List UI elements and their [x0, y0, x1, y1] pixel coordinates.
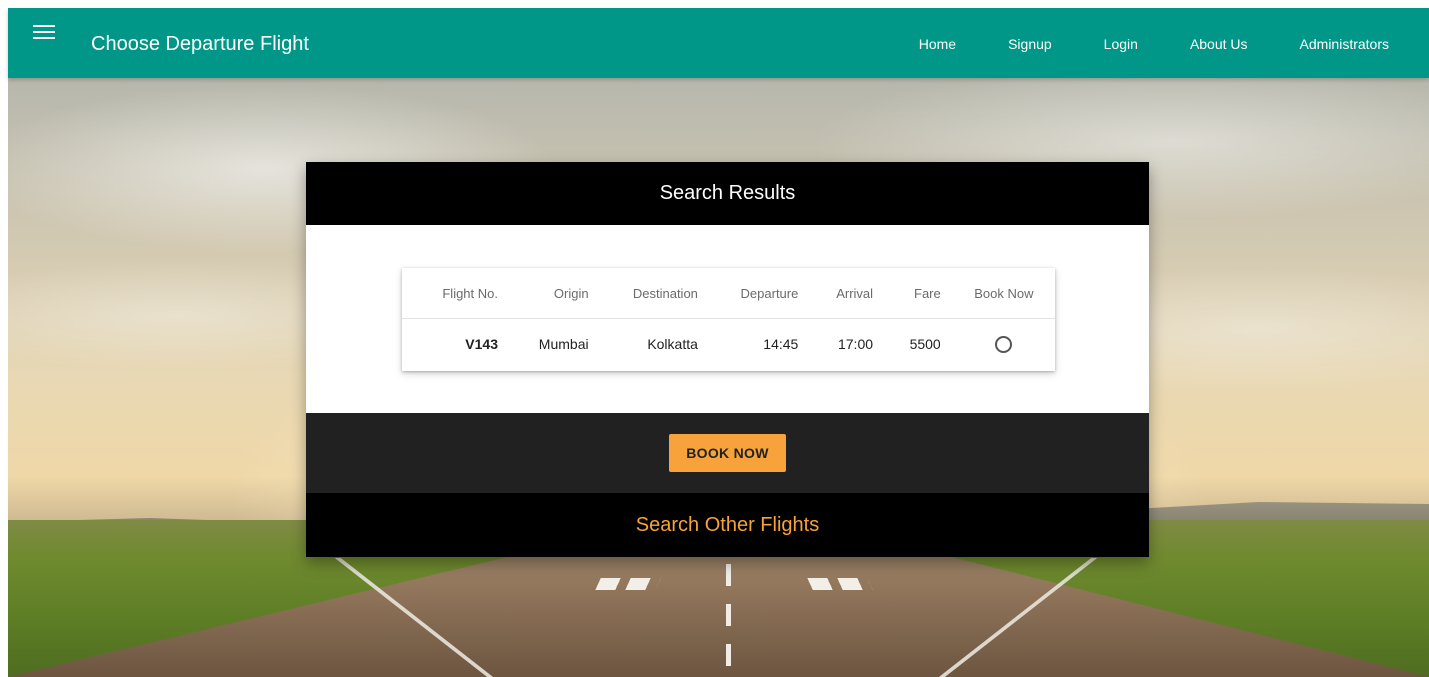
nav-home-link[interactable]: Home [919, 36, 956, 52]
flight-results-table: Flight No. Origin Destination Departure … [402, 268, 1055, 369]
nav-administrators-link[interactable]: Administrators [1300, 36, 1389, 52]
runway-center-line [726, 564, 731, 586]
card-body: Flight No. Origin Destination Departure … [306, 225, 1149, 413]
cell-destination: Kolkatta [647, 336, 698, 352]
cell-departure: 14:45 [763, 336, 799, 352]
runway-markings-right [807, 578, 873, 590]
column-header-departure: Departure [709, 268, 811, 319]
column-header-flight-no: Flight No. [402, 268, 510, 319]
cell-arrival: 17:00 [837, 336, 874, 352]
column-header-destination: Destination [600, 268, 710, 319]
table-header-row: Flight No. Origin Destination Departure … [402, 268, 1055, 319]
column-header-arrival: Arrival [810, 268, 886, 319]
column-header-book-now: Book Now [952, 268, 1055, 319]
book-now-button[interactable]: BOOK NOW [669, 434, 786, 472]
search-other-flights-link[interactable]: Search Other Flights [636, 514, 819, 537]
cell-book-now [953, 319, 1055, 370]
runway-markings-left [595, 578, 661, 590]
hamburger-menu-icon[interactable] [33, 22, 55, 44]
menu-icon-line [33, 25, 55, 27]
cell-flight-no: V143 [465, 336, 498, 352]
cell-origin: Mumbai [538, 336, 589, 352]
cell-fare: 5500 [909, 336, 941, 352]
menu-icon-line [33, 37, 55, 39]
card-footer: Search Other Flights [306, 493, 1149, 557]
card-header: Search Results [306, 162, 1149, 225]
search-results-card: Search Results Flight No. Origin Destina… [306, 162, 1149, 557]
nav-login-link[interactable]: Login [1104, 36, 1138, 52]
table-row: V143 Mumbai Kolkatta 14:45 17:00 5500 [402, 319, 1055, 370]
page-title: Choose Departure Flight [91, 33, 309, 55]
column-header-fare: Fare [885, 268, 953, 319]
menu-icon-line [33, 31, 55, 33]
results-table-container: Flight No. Origin Destination Departure … [402, 268, 1055, 371]
top-app-bar: Choose Departure Flight Home Signup Logi… [8, 8, 1429, 78]
nav-about-us-link[interactable]: About Us [1190, 36, 1248, 52]
book-radio-button[interactable] [995, 335, 1013, 353]
nav-signup-link[interactable]: Signup [1008, 36, 1052, 52]
column-header-origin: Origin [510, 268, 601, 319]
top-nav: Home Signup Login About Us Administrator… [867, 36, 1389, 52]
card-actions: BOOK NOW [306, 413, 1149, 493]
search-results-heading: Search Results [659, 182, 796, 204]
